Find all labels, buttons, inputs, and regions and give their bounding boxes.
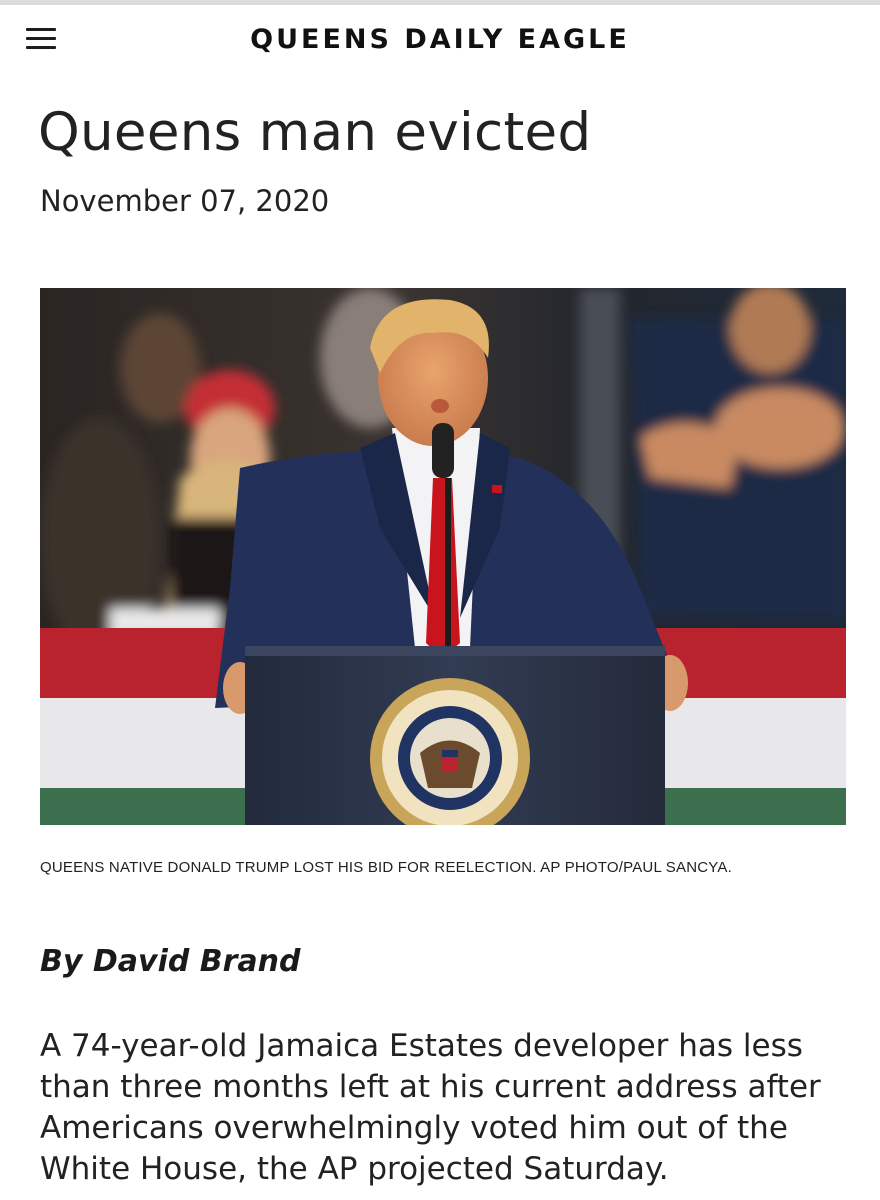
photo-illustration — [40, 288, 846, 825]
body-line: A 74-year-old Jamaica Estates developer … — [40, 1028, 803, 1064]
article-body: A 74-year-old Jamaica Estates developer … — [40, 1026, 840, 1190]
article-photo — [40, 288, 846, 825]
site-header: QUEENS DAILY EAGLE — [0, 5, 880, 77]
body-line: Americans overwhelmingly voted him out o… — [40, 1110, 788, 1146]
photo-caption: QUEENS NATIVE DONALD TRUMP LOST HIS BID … — [40, 859, 732, 876]
article-date: November 07, 2020 — [40, 184, 330, 218]
article-byline: By David Brand — [40, 944, 301, 979]
body-line: than three months left at his current ad… — [40, 1069, 821, 1105]
body-line: White House, the AP projected Saturday. — [40, 1151, 669, 1187]
site-title[interactable]: QUEENS DAILY EAGLE — [0, 24, 880, 55]
article-headline: Queens man evicted — [38, 102, 592, 163]
